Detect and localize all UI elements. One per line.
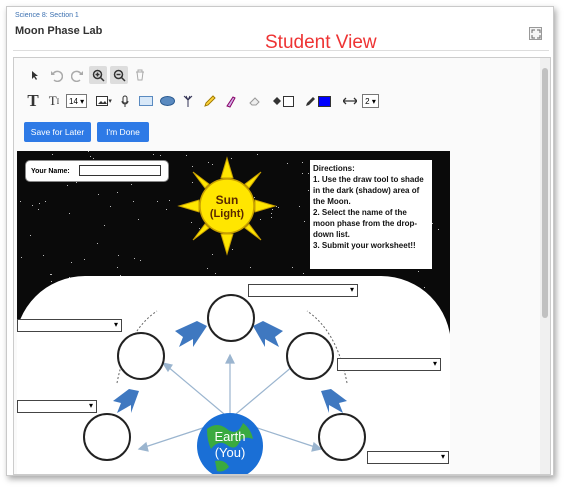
image-icon[interactable]: ▾ (95, 92, 113, 110)
expand-icon (531, 29, 541, 39)
zoom-out-icon[interactable] (110, 66, 128, 84)
redo-icon[interactable] (68, 66, 86, 84)
pencil-icon[interactable] (200, 92, 218, 110)
toolbar-row-1 (26, 66, 152, 84)
moon-phase-top[interactable] (207, 294, 255, 342)
fullscreen-button[interactable] (529, 27, 542, 40)
moon-phase-lower-right[interactable] (318, 413, 366, 461)
divider (13, 50, 549, 51)
line-width-icon[interactable] (341, 92, 359, 110)
assignment-window: Science 8: Section 1 Moon Phase Lab Stud… (6, 6, 554, 476)
earth-sublabel: (You) (215, 445, 246, 460)
stamp-icon[interactable] (179, 92, 197, 110)
phase-dropdown-top[interactable]: ▾ (248, 284, 358, 297)
fill-icon[interactable] (271, 92, 295, 110)
save-for-later-button[interactable]: Save for Later (24, 122, 91, 142)
zoom-in-icon[interactable] (89, 66, 107, 84)
phase-dropdown-lower-left[interactable]: ▾ (17, 400, 97, 413)
page-title: Moon Phase Lab (15, 25, 103, 37)
ellipse-icon[interactable] (158, 92, 176, 110)
scrollbar[interactable] (540, 58, 550, 474)
earth-label: Earth (214, 429, 245, 444)
undo-icon[interactable] (47, 66, 65, 84)
done-button[interactable]: I'm Done (97, 122, 149, 142)
pointer-icon[interactable] (26, 66, 44, 84)
earth-icon: Earth (You) (197, 413, 263, 474)
phase-dropdown-lower-right[interactable]: ▾ (367, 451, 449, 464)
font-size-select[interactable]: 14 ▾ (66, 94, 88, 108)
rectangle-icon[interactable] (137, 92, 155, 110)
worksheet-canvas[interactable]: Your Name: Sun (Light) Directions: 1. Us… (17, 151, 450, 474)
moon-phase-upper-right[interactable] (286, 332, 334, 380)
highlighter-icon[interactable] (221, 92, 239, 110)
microphone-icon[interactable] (116, 92, 134, 110)
drawing-panel: T TI 14 ▾ ▾ 2 ▾ Save for Later I'm Done … (13, 57, 551, 475)
text-icon[interactable]: T (24, 91, 42, 110)
scrollbar-thumb[interactable] (542, 68, 548, 318)
trash-icon[interactable] (131, 66, 149, 84)
toolbar-row-2: T TI 14 ▾ ▾ 2 ▾ (24, 91, 379, 110)
line-width-select[interactable]: 2 ▾ (362, 94, 379, 108)
moon-phase-upper-left[interactable] (117, 332, 165, 380)
eraser-icon[interactable] (246, 92, 264, 110)
text-size-icon[interactable]: TI (45, 92, 63, 110)
pen-color-icon[interactable] (304, 92, 332, 110)
breadcrumb[interactable]: Science 8: Section 1 (15, 12, 79, 19)
phase-dropdown-upper-left[interactable]: ▾ (17, 319, 122, 332)
moon-phase-lower-left[interactable] (83, 413, 131, 461)
phase-dropdown-upper-right[interactable]: ▾ (337, 358, 441, 371)
